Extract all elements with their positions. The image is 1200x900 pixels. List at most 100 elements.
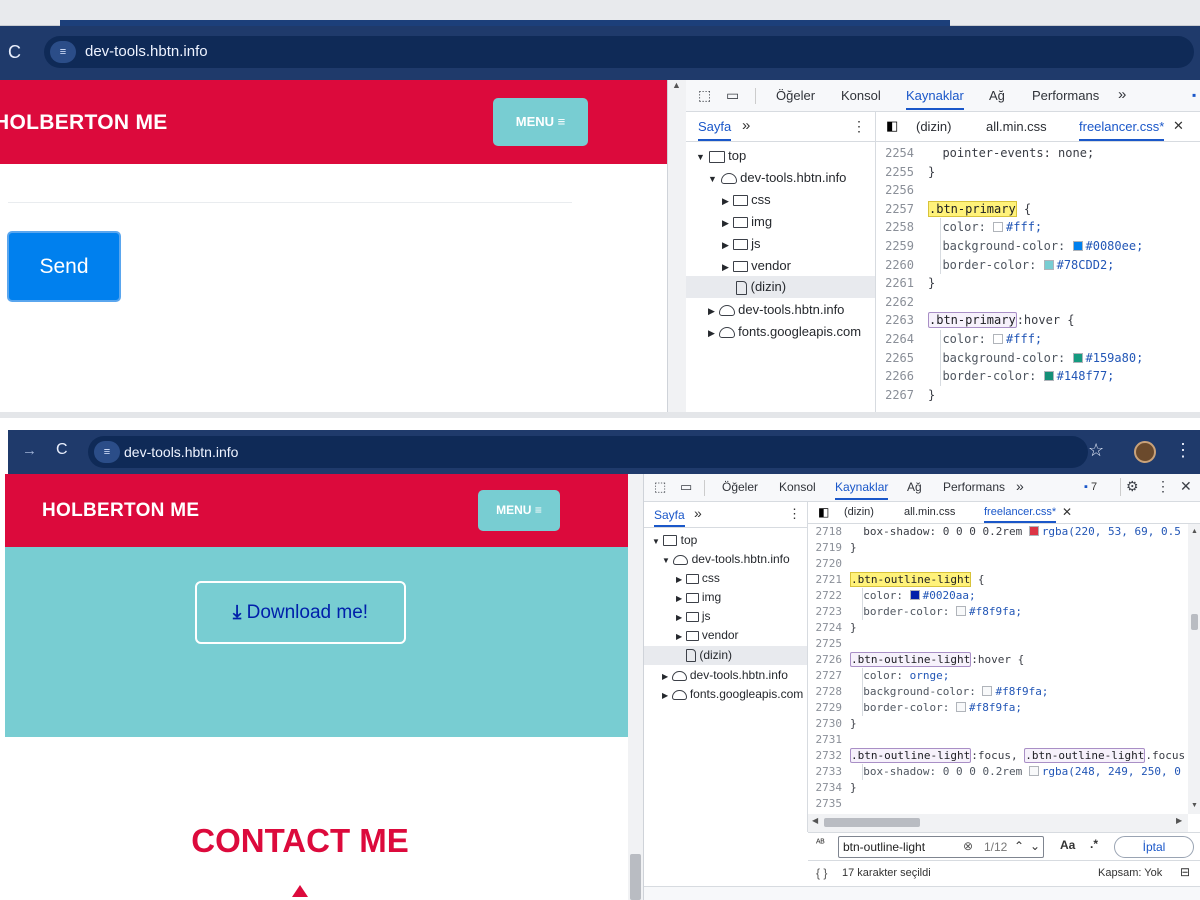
color-swatch[interactable] bbox=[1028, 526, 1039, 536]
scroll-down-icon[interactable]: ▼ bbox=[1191, 802, 1198, 809]
editor-tab-freelancer[interactable]: freelancer.css* bbox=[984, 506, 1057, 523]
tab-console[interactable]: Konsol bbox=[779, 480, 816, 494]
line-number[interactable]: 2723 bbox=[808, 604, 843, 620]
download-button[interactable]: ⤓ Download me! bbox=[195, 581, 406, 644]
line-number[interactable]: 2731 bbox=[808, 732, 843, 748]
find-input[interactable]: btn-outline-light ⊗ 1/12 ⌃ ⌄ bbox=[838, 836, 1044, 858]
color-swatch[interactable] bbox=[1043, 371, 1054, 382]
code-line[interactable]: 2729 border-color: #f8f9fa; bbox=[808, 700, 1188, 716]
code-line[interactable]: 2726 .btn-outline-light:hover { bbox=[808, 652, 1188, 668]
page-scroll-thumb[interactable] bbox=[630, 854, 641, 900]
line-number[interactable]: 2256 bbox=[876, 181, 914, 200]
clear-search-icon[interactable]: ⊗ bbox=[963, 839, 973, 853]
line-number[interactable]: 2719 bbox=[808, 540, 843, 556]
devtools-menu-icon[interactable]: ⋮ bbox=[1156, 478, 1170, 495]
tree-node-dizin[interactable]: (dizin) bbox=[644, 646, 807, 665]
line-number[interactable]: 2735 bbox=[808, 796, 843, 812]
replace-toggle-icon[interactable]: ᴬᴮ bbox=[816, 838, 825, 849]
page-scrollbar[interactable] bbox=[628, 474, 643, 900]
code-line[interactable]: 2725 bbox=[808, 636, 1188, 652]
line-number[interactable]: 2262 bbox=[876, 293, 914, 312]
code-lines-2[interactable]: 2718 box-shadow: 0 0 0 0.2rem rgba(220, … bbox=[808, 524, 1188, 814]
line-number[interactable]: 2727 bbox=[808, 668, 843, 684]
toggle-navigator-icon[interactable]: ◧ bbox=[886, 118, 898, 134]
line-number[interactable]: 2730 bbox=[808, 716, 843, 732]
tree-node-domain-2[interactable]: ▶ dev-tools.hbtn.info bbox=[662, 668, 788, 682]
scroll-right-icon[interactable]: ▶ bbox=[1176, 816, 1182, 825]
tab-page[interactable]: Sayfa bbox=[698, 119, 732, 141]
tab-performance[interactable]: Performans bbox=[943, 480, 1005, 494]
editor-tab-allmin[interactable]: all.min.css bbox=[986, 119, 1047, 134]
tree-node-img[interactable]: ▶ img bbox=[722, 214, 772, 229]
line-number[interactable]: 2265 bbox=[876, 349, 914, 368]
code-line[interactable]: 2264 color: #fff; bbox=[876, 330, 1200, 349]
editor-hscroll-thumb[interactable] bbox=[824, 818, 920, 827]
tab-network[interactable]: Ağ bbox=[907, 480, 922, 494]
pretty-print-icon[interactable]: { } bbox=[816, 866, 827, 880]
editor-tab-dizin[interactable]: (dizin) bbox=[844, 506, 874, 518]
inspect-element-icon[interactable]: ⬚ bbox=[654, 479, 666, 495]
tree-node-fonts[interactable]: ▶ fonts.googleapis.com bbox=[708, 324, 861, 339]
navigator-more-chevron[interactable]: » bbox=[694, 505, 702, 521]
line-number[interactable]: 2263 bbox=[876, 311, 914, 330]
line-number[interactable]: 2254 bbox=[876, 144, 914, 163]
code-line[interactable]: 2258 color: #fff; bbox=[876, 218, 1200, 237]
tree-node-css[interactable]: ▶ css bbox=[722, 192, 771, 207]
code-line[interactable]: 2718 box-shadow: 0 0 0 0.2rem rgba(220, … bbox=[808, 524, 1188, 540]
browser-menu-icon[interactable]: ⋮ bbox=[1174, 440, 1192, 461]
color-swatch[interactable] bbox=[1028, 766, 1039, 776]
editor-hscrollbar[interactable]: ◀ ▶ bbox=[808, 814, 1188, 832]
tree-node-js[interactable]: ▶ js bbox=[676, 609, 711, 623]
brand-title[interactable]: HOLBERTON ME bbox=[42, 500, 199, 522]
line-number[interactable]: 2267 bbox=[876, 386, 914, 405]
tree-node-fonts[interactable]: ▶ fonts.googleapis.com bbox=[662, 687, 803, 701]
toggle-navigator-icon[interactable]: ◧ bbox=[818, 505, 829, 519]
scroll-left-icon[interactable]: ◀ bbox=[812, 816, 818, 825]
code-line[interactable]: 2731 bbox=[808, 732, 1188, 748]
code-line[interactable]: 2722 color: #0020aa; bbox=[808, 588, 1188, 604]
color-swatch[interactable] bbox=[909, 590, 920, 600]
tab-performance[interactable]: Performans bbox=[1032, 88, 1099, 103]
line-number[interactable]: 2726 bbox=[808, 652, 843, 668]
inspect-element-icon[interactable]: ⬚ bbox=[698, 87, 711, 104]
cancel-search-button[interactable]: İptal bbox=[1114, 836, 1194, 858]
close-tab-icon[interactable]: ✕ bbox=[1062, 505, 1072, 519]
tree-node-img[interactable]: ▶ img bbox=[676, 590, 721, 604]
reload-icon[interactable]: C bbox=[56, 441, 68, 459]
code-line[interactable]: 2267} bbox=[876, 386, 1200, 405]
device-toolbar-icon[interactable]: ▭ bbox=[680, 479, 692, 495]
code-line[interactable]: 2728 background-color: #f8f9fa; bbox=[808, 684, 1188, 700]
line-number[interactable]: 2724 bbox=[808, 620, 843, 636]
tree-node-dizin[interactable]: (dizin) bbox=[686, 276, 875, 298]
forward-icon[interactable]: → bbox=[22, 442, 37, 459]
site-settings-icon[interactable]: ≡ bbox=[94, 441, 120, 463]
color-swatch[interactable] bbox=[955, 702, 966, 712]
next-match-icon[interactable]: ⌄ bbox=[1030, 839, 1040, 853]
code-line[interactable]: 2256 bbox=[876, 181, 1200, 200]
scroll-up-icon[interactable]: ▲ bbox=[672, 80, 681, 90]
tab-page[interactable]: Sayfa bbox=[654, 508, 685, 527]
code-line[interactable]: 2259 background-color: #0080ee; bbox=[876, 237, 1200, 256]
brand-title[interactable]: HOLBERTON ME bbox=[0, 111, 168, 135]
tree-node-domain[interactable]: ▼ dev-tools.hbtn.info bbox=[662, 552, 790, 566]
more-tabs-chevron[interactable]: » bbox=[1016, 478, 1024, 494]
code-line[interactable]: 2727 color: ornge; bbox=[808, 668, 1188, 684]
code-lines[interactable]: 2254 pointer-events: none; 2255} 2256 2257.… bbox=[876, 144, 1200, 412]
line-number[interactable]: 2718 bbox=[808, 524, 843, 540]
code-line[interactable]: 2733 box-shadow: 0 0 0 0.2rem rgba(248, … bbox=[808, 764, 1188, 780]
color-swatch[interactable] bbox=[993, 222, 1004, 233]
editor-scroll-thumb[interactable] bbox=[1191, 614, 1198, 630]
code-line[interactable]: 2254 pointer-events: none; bbox=[876, 144, 1200, 163]
tab-sources[interactable]: Kaynaklar bbox=[906, 88, 964, 110]
address-bar[interactable]: ≡ dev-tools.hbtn.info bbox=[44, 36, 1194, 68]
color-swatch[interactable] bbox=[1072, 241, 1083, 251]
code-line[interactable]: 2730} bbox=[808, 716, 1188, 732]
code-line[interactable]: 2260 border-color: #78CDD2; bbox=[876, 256, 1200, 275]
match-case-toggle[interactable]: Aa bbox=[1060, 838, 1075, 852]
line-number[interactable]: 2733 bbox=[808, 764, 843, 780]
navigator-more-chevron[interactable]: » bbox=[742, 117, 750, 134]
code-line[interactable]: 2255} bbox=[876, 163, 1200, 182]
line-number[interactable]: 2732 bbox=[808, 748, 843, 764]
menu-button[interactable]: MENU ≡ bbox=[493, 98, 588, 146]
profile-avatar[interactable] bbox=[1134, 441, 1156, 463]
